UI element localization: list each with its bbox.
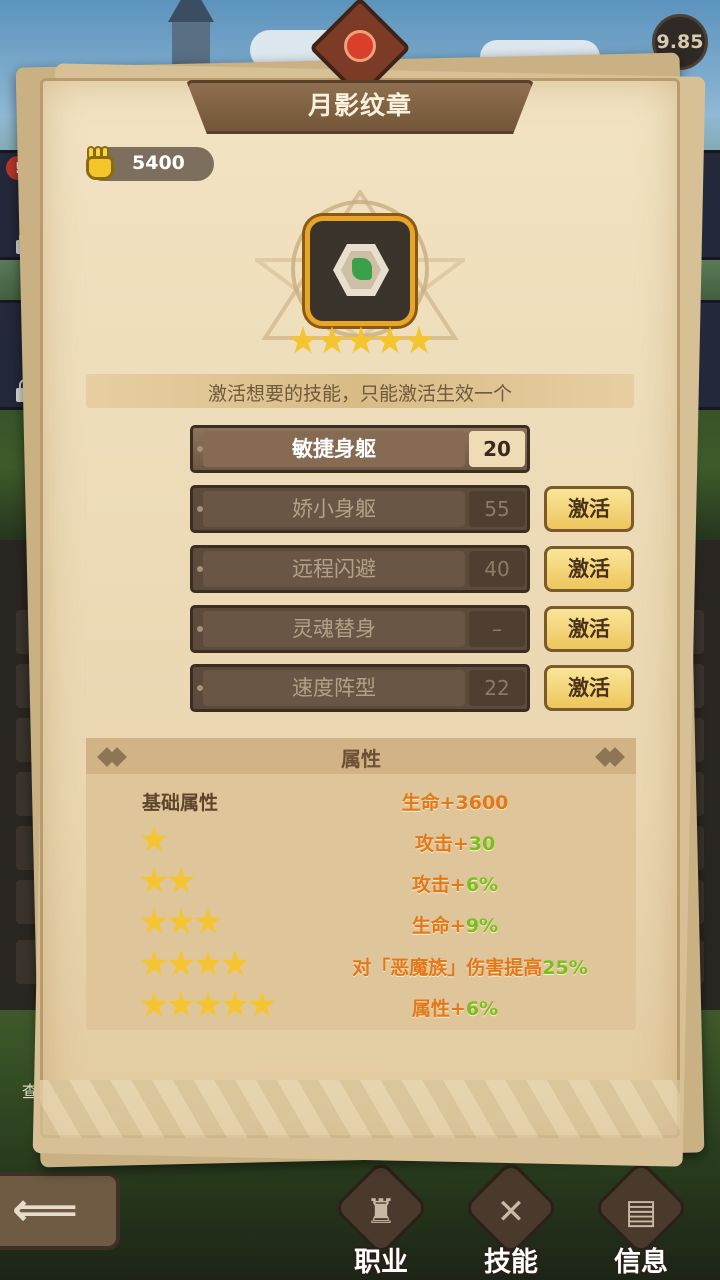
- panel-bottom-decoration: [40, 1080, 680, 1138]
- attribute-value-5: 属性+6%: [290, 994, 620, 1021]
- attributes-title: 属性: [341, 747, 381, 771]
- star-icon: [404, 326, 434, 354]
- skill-value: 22: [469, 670, 525, 706]
- activate-button-2[interactable]: 激活: [544, 486, 634, 532]
- star-rating-3: [140, 908, 222, 936]
- attribute-text: 生命+: [411, 915, 466, 937]
- currency-value: 5400: [132, 152, 185, 174]
- star-icon: [194, 950, 222, 976]
- document-glyph: ▤: [624, 1192, 658, 1232]
- attribute-value-base: 生命+3600: [290, 788, 620, 815]
- skill-value: 20: [469, 431, 525, 467]
- skill-name: 速度阵型: [203, 670, 465, 706]
- skill-value: 55: [469, 491, 525, 527]
- attribute-value-3: 生命+9%: [290, 911, 620, 938]
- chess-glyph: ♜: [365, 1192, 397, 1232]
- attribute-number: 6%: [465, 998, 499, 1020]
- skill-name: 娇小身躯: [203, 491, 465, 527]
- attribute-number: 9%: [465, 915, 499, 937]
- nav-label-career: 职业: [354, 1247, 408, 1278]
- base-attribute-label: 基础属性: [142, 792, 219, 814]
- skill-row-1[interactable]: 敏捷身躯 20: [190, 425, 530, 473]
- nav-label-info: 信息: [614, 1247, 668, 1278]
- skill-name: 灵魂替身: [203, 611, 465, 647]
- star-icon: [140, 950, 168, 976]
- star-icon: [140, 991, 168, 1017]
- back-arrow-icon: ⟸: [12, 1182, 78, 1236]
- star-rating-5: [140, 991, 276, 1019]
- back-button[interactable]: ⟸: [0, 1172, 120, 1250]
- nav-tab-info[interactable]: ▤ 信息: [586, 1159, 696, 1280]
- attribute-value-4: 对「恶魔族」伤害提高25%: [300, 953, 640, 980]
- star-rating-2: [140, 867, 195, 895]
- attribute-text: 属性+: [411, 998, 466, 1020]
- attribute-text: 攻击+: [414, 833, 469, 855]
- top-emblem-icon: [309, 0, 411, 99]
- skill-value: 40: [469, 551, 525, 587]
- panel-title: 月影纹章: [307, 91, 412, 120]
- star-icon: [221, 950, 249, 976]
- star-icon: [140, 826, 168, 852]
- star-icon: [140, 908, 168, 934]
- attribute-text: 对「恶魔族」伤害提高: [352, 957, 543, 979]
- star-icon: [346, 326, 376, 354]
- attribute-text: 生命+3600: [401, 792, 509, 814]
- star-icon: [167, 867, 195, 893]
- nav-label-skills: 技能: [484, 1247, 538, 1278]
- skill-row-4[interactable]: 灵魂替身 –: [190, 605, 530, 653]
- activate-button-4[interactable]: 激活: [544, 606, 634, 652]
- info-text: 激活想要的技能，只能激活生效一个: [207, 383, 512, 405]
- star-icon: [194, 908, 222, 934]
- attribute-value-1: 攻击+30: [290, 829, 620, 856]
- skill-value: –: [469, 611, 525, 647]
- star-rating-1: [140, 826, 168, 854]
- nav-tab-skills[interactable]: ✕ 技能: [456, 1159, 566, 1280]
- star-icon: [140, 867, 168, 893]
- emblem-leaf-icon: [352, 258, 372, 280]
- star-icon: [194, 991, 222, 1017]
- star-icon: [167, 991, 195, 1017]
- attribute-number: 25%: [542, 957, 588, 979]
- star-icon: [248, 991, 276, 1017]
- skill-name: 敏捷身躯: [203, 431, 465, 467]
- fist-icon: [80, 142, 120, 184]
- attribute-value-2: 攻击+6%: [290, 870, 620, 897]
- star-icon: [317, 326, 347, 354]
- activate-button-3[interactable]: 激活: [544, 546, 634, 592]
- nav-tab-career[interactable]: ♜ 职业: [326, 1159, 436, 1280]
- skill-row-3[interactable]: 远程闪避 40: [190, 545, 530, 593]
- star-icon: [167, 908, 195, 934]
- star-icon: [288, 326, 318, 354]
- star-icon: [167, 950, 195, 976]
- attribute-number: 6%: [465, 874, 499, 896]
- skill-row-5[interactable]: 速度阵型 22: [190, 664, 530, 712]
- skill-name: 远程闪避: [203, 551, 465, 587]
- star-rating-4: [140, 950, 249, 978]
- activate-button-5[interactable]: 激活: [544, 665, 634, 711]
- attribute-number: 30: [468, 833, 496, 855]
- badge-star-rating: [288, 326, 434, 356]
- attribute-text: 攻击+: [411, 874, 466, 896]
- rune-glyph: ✕: [496, 1192, 526, 1232]
- star-icon: [221, 991, 249, 1017]
- skill-row-2[interactable]: 娇小身躯 55: [190, 485, 530, 533]
- star-icon: [375, 326, 405, 354]
